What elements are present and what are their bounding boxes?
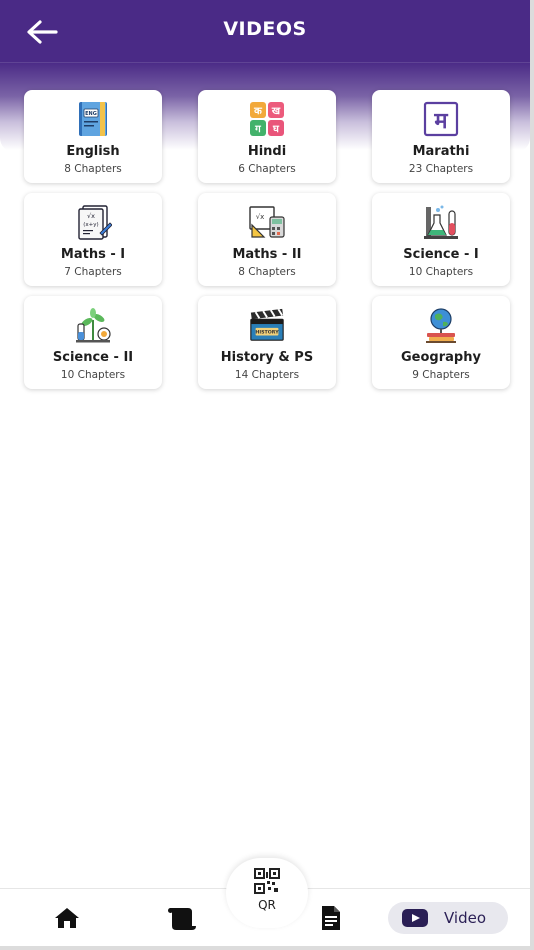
marathi-letter-icon: म [423, 101, 459, 137]
subject-card-hindi[interactable]: क ख ग घ Hindi 6 Chapters [198, 90, 336, 183]
chapter-count: 8 Chapters [64, 163, 122, 175]
app-frame: VIDEOS ENG English 8 Chapters क ख ग घ Hi… [0, 0, 534, 950]
chapter-count: 9 Chapters [412, 369, 470, 381]
svg-text:(x+y): (x+y) [83, 222, 98, 228]
document-icon [322, 906, 340, 930]
chapter-count: 10 Chapters [60, 369, 126, 381]
subject-card-english[interactable]: ENG English 8 Chapters [24, 90, 162, 183]
lab-flask-icon [424, 205, 458, 239]
subject-card-maths-2[interactable]: √x Maths - II 8 Chapters [198, 193, 336, 286]
video-label: Video [444, 909, 487, 927]
plant-science-icon [76, 308, 111, 343]
subject-card-science-2[interactable]: Science - II 10 Chapters [24, 296, 162, 389]
subject-card-geography[interactable]: Geography 9 Chapters [372, 296, 510, 389]
globe-books-icon [426, 308, 456, 343]
subject-name: Hindi [247, 144, 287, 159]
scroll-icon [168, 908, 196, 930]
page-title: VIDEOS [223, 18, 307, 40]
svg-text:√x: √x [256, 213, 265, 221]
svg-text:ख: ख [271, 106, 281, 117]
subject-name: Maths - I [60, 247, 126, 262]
qr-scan-button[interactable]: QR [226, 858, 308, 928]
chapter-count: 6 Chapters [238, 163, 296, 175]
history-clapperboard-icon: HISTORY [250, 308, 284, 341]
svg-text:म: म [433, 109, 448, 134]
subject-card-marathi[interactable]: म Marathi 23 Chapters [372, 90, 510, 183]
qr-label: QR [258, 898, 276, 912]
subject-name: English [66, 144, 120, 159]
chapter-count: 8 Chapters [238, 266, 296, 278]
header-divider [0, 62, 530, 63]
subject-name: Geography [401, 350, 481, 365]
chapter-count: 14 Chapters [234, 369, 300, 381]
svg-text:ग: ग [254, 124, 261, 135]
svg-text:ENG: ENG [85, 111, 97, 117]
youtube-play-icon [402, 909, 428, 927]
geometry-tools-icon: √x [249, 206, 285, 238]
nav-video-active[interactable]: Video [388, 902, 508, 934]
subject-name: Science - II [52, 350, 134, 365]
subject-grid: ENG English 8 Chapters क ख ग घ Hindi 6 C… [24, 90, 510, 389]
maths-notebook-icon: √x (x+y) [78, 205, 112, 240]
nav-scroll[interactable] [164, 902, 200, 934]
home-icon [55, 908, 79, 928]
subject-name: History & PS [220, 350, 314, 365]
svg-text:√x: √x [87, 212, 95, 220]
subject-name: Science - I [403, 247, 479, 262]
subject-card-history-ps[interactable]: HISTORY History & PS 14 Chapters [198, 296, 336, 389]
subject-card-maths-1[interactable]: √x (x+y) Maths - I 7 Chapters [24, 193, 162, 286]
subject-name: Marathi [412, 144, 470, 159]
nav-documents[interactable] [316, 902, 346, 934]
svg-text:घ: घ [272, 124, 280, 135]
nav-home[interactable] [50, 902, 84, 934]
subject-card-science-1[interactable]: Science - I 10 Chapters [372, 193, 510, 286]
chapter-count: 10 Chapters [408, 266, 474, 278]
chapter-count: 23 Chapters [408, 163, 474, 175]
subject-name: Maths - II [232, 247, 302, 262]
hindi-letters-icon: क ख ग घ [250, 102, 284, 136]
svg-text:क: क [253, 106, 263, 117]
qr-code-icon [254, 868, 280, 894]
english-book-icon: ENG [79, 102, 107, 136]
svg-text:HISTORY: HISTORY [255, 330, 279, 336]
chapter-count: 7 Chapters [64, 266, 122, 278]
